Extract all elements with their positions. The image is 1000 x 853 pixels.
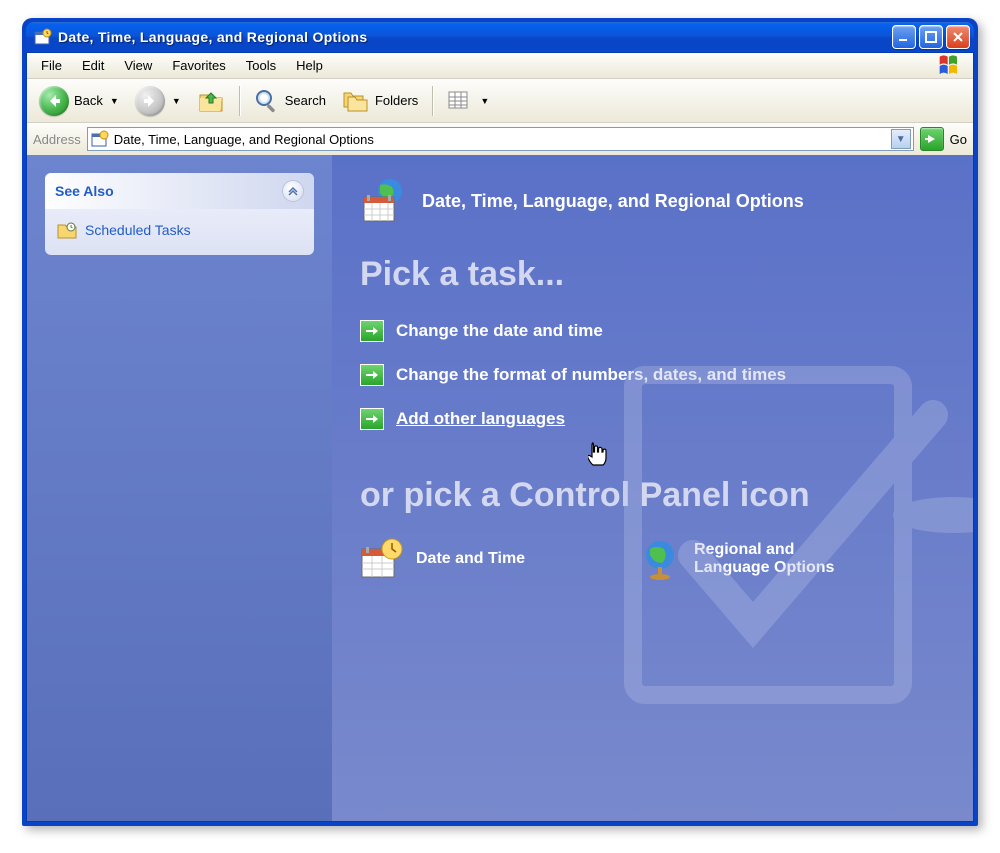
search-label: Search [285, 93, 326, 108]
scheduled-tasks-icon [57, 221, 77, 239]
menu-help[interactable]: Help [286, 55, 333, 76]
address-dropdown-icon[interactable]: ▼ [891, 129, 911, 149]
folders-label: Folders [375, 93, 418, 108]
client-area: File Edit View Favorites Tools Help Back… [26, 52, 974, 822]
go-arrow-icon [925, 132, 939, 146]
see-also-header[interactable]: See Also [45, 173, 314, 209]
back-button[interactable]: Back ▼ [33, 83, 125, 119]
see-also-box: See Also Scheduled Tasks [45, 173, 314, 255]
sidebar-item-label: Scheduled Tasks [85, 222, 191, 238]
right-panel: Date, Time, Language, and Regional Optio… [332, 155, 973, 821]
address-combo[interactable]: Date, Time, Language, and Regional Optio… [87, 127, 914, 151]
views-button[interactable]: ▼ [441, 87, 495, 115]
task-label: Add other languages [396, 409, 565, 429]
back-icon [39, 86, 69, 116]
menu-tools[interactable]: Tools [236, 55, 286, 76]
close-button[interactable] [946, 25, 970, 49]
see-also-title: See Also [55, 183, 114, 199]
task-label: Change the date and time [396, 321, 603, 341]
content-area: See Also Scheduled Tasks [27, 155, 973, 821]
forward-button[interactable]: ▼ [129, 83, 187, 119]
address-text: Date, Time, Language, and Regional Optio… [110, 132, 891, 147]
minimize-button[interactable] [892, 25, 916, 49]
task-add-languages[interactable]: Add other languages [360, 408, 945, 430]
up-button[interactable] [191, 84, 231, 118]
window-title: Date, Time, Language, and Regional Optio… [58, 29, 892, 45]
sidebar-item-scheduled-tasks[interactable]: Scheduled Tasks [57, 221, 302, 239]
arrow-icon [360, 408, 384, 430]
back-label: Back [74, 93, 103, 108]
folders-icon [342, 88, 370, 114]
menu-edit[interactable]: Edit [72, 55, 114, 76]
date-time-icon [360, 537, 404, 581]
category-title: Date, Time, Language, and Regional Optio… [422, 191, 804, 212]
menu-view[interactable]: View [114, 55, 162, 76]
go-button[interactable] [920, 127, 944, 151]
forward-icon [135, 86, 165, 116]
titlebar[interactable]: Date, Time, Language, and Regional Optio… [26, 22, 974, 52]
category-icon [360, 177, 408, 225]
address-label: Address [33, 132, 81, 147]
left-panel: See Also Scheduled Tasks [27, 155, 332, 821]
app-icon [34, 28, 52, 46]
arrow-icon [360, 364, 384, 386]
pick-task-heading: Pick a task... [360, 255, 945, 294]
globe-icon [638, 537, 682, 581]
windows-logo-icon [937, 54, 969, 78]
search-icon [254, 88, 280, 114]
menubar: File Edit View Favorites Tools Help [27, 53, 973, 79]
folders-button[interactable]: Folders [336, 85, 424, 117]
toolbar: Back ▼ ▼ [27, 79, 973, 123]
arrow-icon [360, 320, 384, 342]
address-bar: Address Date, Time, Language, and Region… [27, 123, 973, 155]
views-dropdown-icon[interactable]: ▼ [480, 96, 489, 106]
decorative-background-icon [573, 315, 973, 755]
collapse-icon[interactable] [282, 180, 304, 202]
go-label: Go [950, 132, 967, 147]
back-dropdown-icon[interactable]: ▼ [110, 96, 119, 106]
search-button[interactable]: Search [248, 85, 332, 117]
address-icon [90, 130, 110, 148]
maximize-button[interactable] [919, 25, 943, 49]
views-icon [447, 90, 473, 112]
menu-file[interactable]: File [31, 55, 72, 76]
up-folder-icon [197, 87, 225, 115]
cp-icon-label: Date and Time [416, 550, 525, 568]
window-frame: Date, Time, Language, and Regional Optio… [22, 18, 978, 826]
menu-favorites[interactable]: Favorites [162, 55, 235, 76]
forward-dropdown-icon[interactable]: ▼ [172, 96, 181, 106]
category-header: Date, Time, Language, and Regional Optio… [360, 177, 945, 225]
